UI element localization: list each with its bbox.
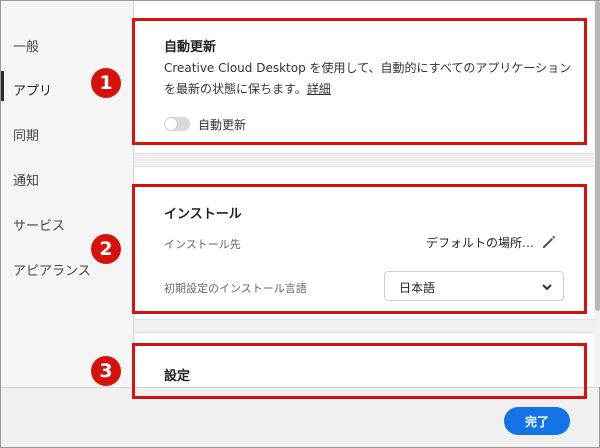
callout-badge-2: 2	[91, 234, 121, 264]
toggle-knob	[165, 118, 177, 130]
sidebar-item-notifications[interactable]: 通知	[13, 170, 39, 189]
install-language-label: 初期設定のインストール言語	[164, 282, 307, 295]
section-divider	[134, 153, 594, 167]
settings-title: 設定	[164, 369, 191, 384]
auto-update-title: 自動更新	[164, 40, 217, 55]
chevron-down-icon	[542, 284, 552, 291]
auto-update-toggle[interactable]	[164, 117, 190, 131]
sidebar-item-sync[interactable]: 同期	[13, 125, 39, 144]
install-language-value: 日本語	[399, 281, 436, 295]
active-nav-indicator	[1, 71, 4, 101]
install-language-select[interactable]: 日本語	[384, 271, 564, 301]
install-title: インストール	[164, 207, 242, 222]
sidebar-item-appearance[interactable]: アピアランス	[13, 260, 91, 279]
sidebar-item-general[interactable]: 一般	[13, 36, 39, 55]
sidebar-item-apps[interactable]: アプリ	[13, 80, 52, 99]
auto-update-toggle-label: 自動更新	[198, 118, 247, 132]
scrollbar-thumb[interactable]	[595, 1, 600, 311]
main-scrollbar[interactable]	[594, 1, 600, 387]
dialog-footer: 完了	[1, 387, 599, 447]
sidebar-item-services[interactable]: サービス	[13, 215, 65, 234]
callout-badge-3: 3	[91, 356, 121, 386]
settings-sidebar: 一般 アプリ 同期 通知 サービス アピアランス	[1, 1, 133, 387]
edit-pencil-icon[interactable]	[541, 234, 557, 250]
details-link[interactable]: 詳細	[307, 82, 331, 96]
callout-badge-1: 1	[91, 68, 121, 98]
install-location-label: インストール先	[164, 238, 241, 251]
done-button[interactable]: 完了	[504, 407, 570, 435]
install-location-value: デフォルトの場所…	[426, 236, 535, 250]
auto-update-description-text: Creative Cloud Desktop を使用して、自動的にすべてのアプリ…	[164, 61, 572, 96]
settings-main-panel: 自動更新 Creative Cloud Desktop を使用して、自動的にすべ…	[133, 1, 594, 387]
auto-update-description: Creative Cloud Desktop を使用して、自動的にすべてのアプリ…	[164, 58, 574, 100]
section-divider	[134, 319, 594, 333]
